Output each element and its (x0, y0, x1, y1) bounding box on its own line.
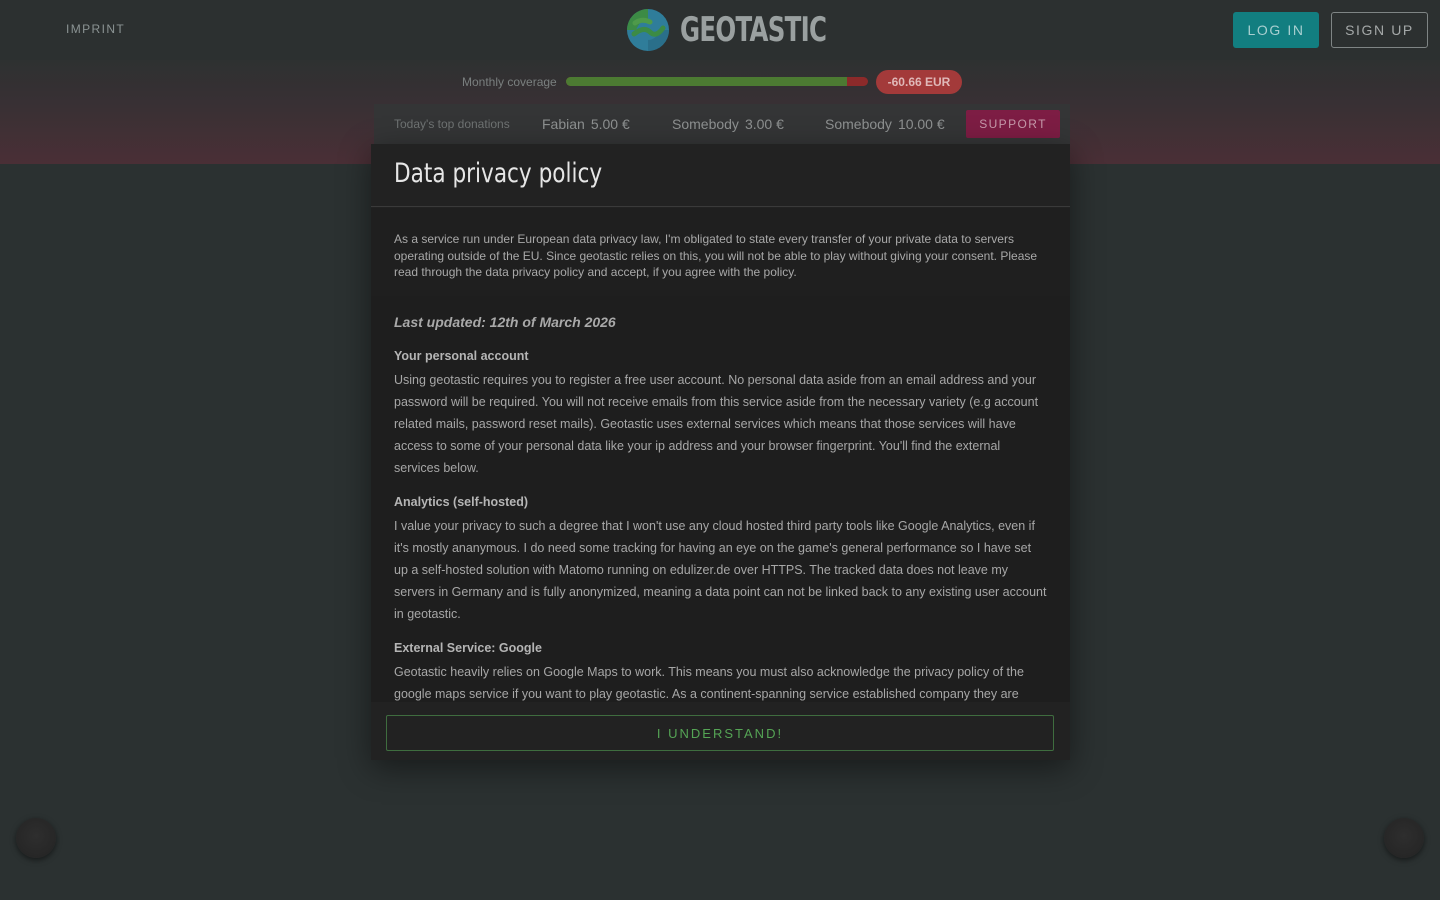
donation-amount: 5.00 € (590, 116, 630, 132)
login-button[interactable]: LOG IN (1233, 12, 1319, 48)
understand-button[interactable]: I UNDERSTAND! (386, 715, 1054, 751)
dialog-title: Data privacy policy (394, 158, 603, 189)
section-text-personal-account: Using geotastic requires you to register… (394, 373, 1039, 475)
last-updated-text: Last updated: 12th of March 2026 (394, 314, 616, 330)
geotastic-logo[interactable]: GEOTASTIC (626, 8, 883, 52)
coverage-label: Monthly coverage (462, 75, 557, 89)
top-donations-label: Today's top donations (394, 117, 510, 131)
top-header: IMPRINT GEOTASTIC LOG IN SIGN UP (0, 0, 1440, 60)
donor-name: Somebody (672, 116, 739, 132)
privacy-policy-dialog: Data privacy policy As a service run und… (371, 144, 1070, 760)
section-title-personal-account: Your personal account (394, 349, 529, 363)
section-title-google: External Service: Google (394, 641, 542, 655)
logo-text: GEOTASTIC (680, 10, 827, 50)
right-corner-circle[interactable] (1384, 818, 1424, 858)
donor-name: Somebody (825, 116, 892, 132)
donation-item: Somebody 10.00 € (825, 116, 945, 132)
signup-button[interactable]: SIGN UP (1331, 12, 1428, 48)
top-donations-strip: Today's top donations Fabian 5.00 € Someb… (374, 104, 1070, 144)
coverage-balance-badge: -60.66 EUR (876, 70, 962, 94)
support-button[interactable]: SUPPORT (966, 110, 1060, 138)
globe-logo-icon (627, 9, 669, 51)
donor-name: Fabian (542, 116, 585, 132)
coverage-progress-bar (566, 77, 868, 86)
donation-item: Fabian 5.00 € (542, 116, 630, 132)
policy-scroll-area[interactable]: Last updated: 12th of March 2026 Your pe… (371, 296, 1070, 702)
donation-amount: 3.00 € (744, 116, 784, 132)
section-text-google: Geotastic heavily relies on Google Maps … (394, 665, 1024, 701)
donation-item: Somebody 3.00 € (672, 116, 784, 132)
donation-amount: 10.00 € (897, 116, 945, 132)
coverage-progress-fill (566, 77, 847, 86)
imprint-link[interactable]: IMPRINT (66, 22, 125, 36)
dialog-footer: I UNDERSTAND! (371, 702, 1070, 760)
section-title-analytics: Analytics (self-hosted) (394, 495, 529, 509)
left-corner-circle[interactable] (16, 818, 56, 858)
dialog-intro-text: As a service run under European data pri… (371, 208, 1070, 296)
section-text-analytics: I value your privacy to such a degree th… (394, 519, 1047, 621)
dialog-header: Data privacy policy (371, 144, 1070, 207)
